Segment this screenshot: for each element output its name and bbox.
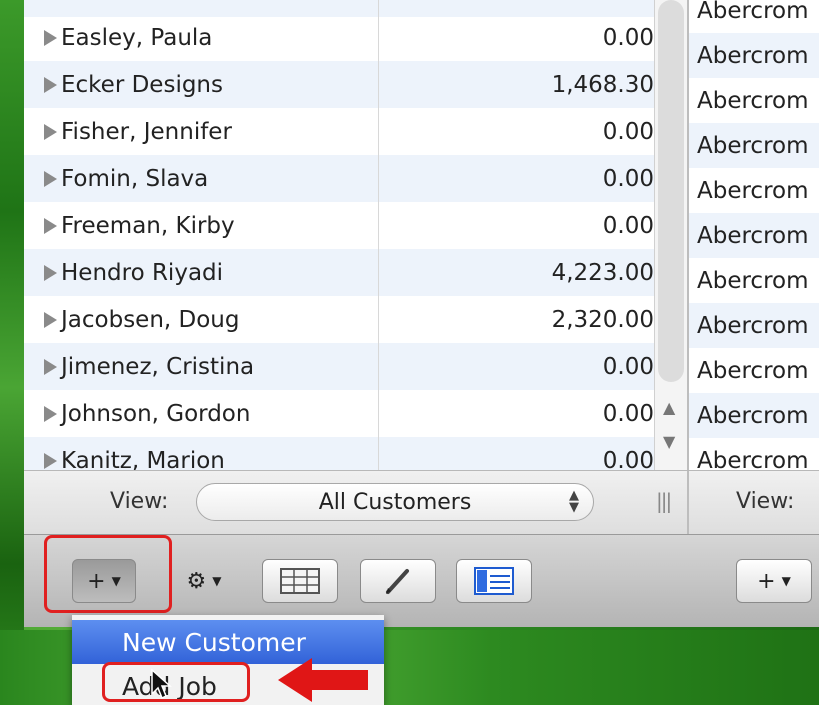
list-item[interactable]: Abercrom [689, 33, 819, 78]
list-item[interactable]: Abercrom [689, 438, 819, 471]
list-item[interactable]: Abercrom [689, 303, 819, 348]
app-window: Easley, Paula 0.00 Ecker Designs 1,468.3… [24, 0, 819, 627]
disclosure-triangle-icon[interactable] [44, 170, 57, 187]
customer-balance: 0.00 [602, 447, 654, 471]
list-item[interactable]: Abercrom [689, 78, 819, 123]
list-item[interactable]: Abercrom [689, 348, 819, 393]
disclosure-triangle-icon[interactable] [44, 452, 57, 469]
view-label: View: [110, 489, 169, 514]
customer-name: Kanitz, Marion [61, 447, 225, 471]
view-bar: View: All Customers ▲ ▼ ||| View: [24, 470, 819, 535]
customer-name: Hendro Riyadi [61, 259, 224, 286]
jobs-list: Abercrom Abercrom Abercrom Abercrom Aber… [687, 0, 819, 470]
list-item[interactable]: Abercrom [689, 168, 819, 213]
chevron-down-icon: ▼ [212, 574, 222, 588]
customer-balance: 0.00 [602, 24, 654, 51]
table-row[interactable]: Freeman, Kirby 0.00 [24, 202, 654, 249]
customer-name: Easley, Paula [61, 24, 213, 51]
table-view-button[interactable] [262, 559, 338, 603]
customer-balance: 0.00 [602, 353, 654, 380]
list-item[interactable]: Abercrom [689, 393, 819, 438]
customer-balance: 4,223.00 [551, 259, 654, 286]
pane-divider[interactable] [687, 471, 689, 535]
table-row[interactable]: Fomin, Slava 0.00 [24, 155, 654, 202]
vertical-scrollbar[interactable]: ▲ ▼ [654, 0, 687, 470]
scrollbar-thumb[interactable] [658, 0, 684, 382]
disclosure-triangle-icon[interactable] [44, 405, 57, 422]
detail-view-button[interactable] [456, 559, 532, 603]
gear-icon: ⚙ [186, 568, 207, 594]
customer-name: Freeman, Kirby [61, 212, 235, 239]
table-row[interactable]: Ecker Designs 1,468.30 [24, 61, 654, 108]
list-item[interactable]: Abercrom [689, 258, 819, 303]
customer-balance: 2,320.00 [551, 306, 654, 333]
customer-balance: 0.00 [602, 118, 654, 145]
disclosure-triangle-icon[interactable] [44, 123, 57, 140]
action-menu-button[interactable]: ⚙ ▼ [168, 559, 240, 603]
pencil-icon [386, 569, 409, 594]
scroll-down-arrow-icon[interactable]: ▼ [663, 432, 675, 451]
customer-balance: 0.00 [602, 212, 654, 239]
list-item[interactable]: Abercrom [689, 213, 819, 258]
scroll-up-arrow-icon[interactable]: ▲ [663, 398, 675, 417]
table-row[interactable]: Jimenez, Cristina 0.00 [24, 343, 654, 390]
customer-balance: 1,468.30 [551, 71, 654, 98]
customer-name: Jacobsen, Doug [61, 306, 240, 333]
highlight-box [44, 535, 172, 613]
mouse-cursor-icon [151, 668, 172, 700]
disclosure-triangle-icon[interactable] [44, 76, 57, 93]
table-row[interactable]: Easley, Paula 0.00 [24, 14, 654, 61]
customer-name: Jimenez, Cristina [61, 353, 255, 380]
view-select[interactable]: All Customers ▲ ▼ [196, 483, 594, 521]
disclosure-triangle-icon[interactable] [44, 358, 57, 375]
customer-balance: 0.00 [602, 165, 654, 192]
customer-list: Easley, Paula 0.00 Ecker Designs 1,468.3… [24, 0, 687, 470]
highlight-box [102, 662, 250, 702]
plus-icon: + [757, 568, 776, 594]
column-divider[interactable] [378, 0, 379, 470]
disclosure-triangle-icon[interactable] [44, 311, 57, 328]
view-label-right: View: [736, 489, 795, 514]
view-select-value: All Customers [318, 489, 472, 515]
table-row[interactable]: Jacobsen, Doug 2,320.00 [24, 296, 654, 343]
list-item[interactable]: Abercrom [689, 0, 819, 33]
chevron-down-icon: ▼ [781, 574, 791, 588]
customer-balance: 0.00 [602, 400, 654, 427]
disclosure-triangle-icon[interactable] [44, 29, 57, 46]
split-grip-icon[interactable]: ||| [656, 489, 672, 513]
disclosure-triangle-icon[interactable] [44, 264, 57, 281]
disclosure-triangle-icon[interactable] [44, 217, 57, 234]
pointer-arrow-icon [278, 658, 368, 702]
updown-arrows-icon: ▲ ▼ [569, 488, 579, 515]
customer-name: Johnson, Gordon [61, 400, 251, 427]
bottom-toolbar: + ▼ ⚙ ▼ + ▼ [24, 534, 819, 627]
customer-name: Ecker Designs [61, 71, 223, 98]
table-icon [280, 568, 320, 594]
desktop-background [0, 0, 24, 705]
table-row[interactable]: Fisher, Jennifer 0.00 [24, 108, 654, 155]
customer-name: Fomin, Slava [61, 165, 209, 192]
table-row[interactable]: Kanitz, Marion 0.00 [24, 437, 654, 470]
add-job-menu-button[interactable]: + ▼ [736, 559, 812, 603]
list-item[interactable]: Abercrom [689, 123, 819, 168]
detail-view-icon [474, 567, 514, 595]
customer-name: Fisher, Jennifer [61, 118, 232, 145]
table-row[interactable]: Johnson, Gordon 0.00 [24, 390, 654, 437]
table-row[interactable]: Hendro Riyadi 4,223.00 [24, 249, 654, 296]
edit-button[interactable] [360, 559, 436, 603]
